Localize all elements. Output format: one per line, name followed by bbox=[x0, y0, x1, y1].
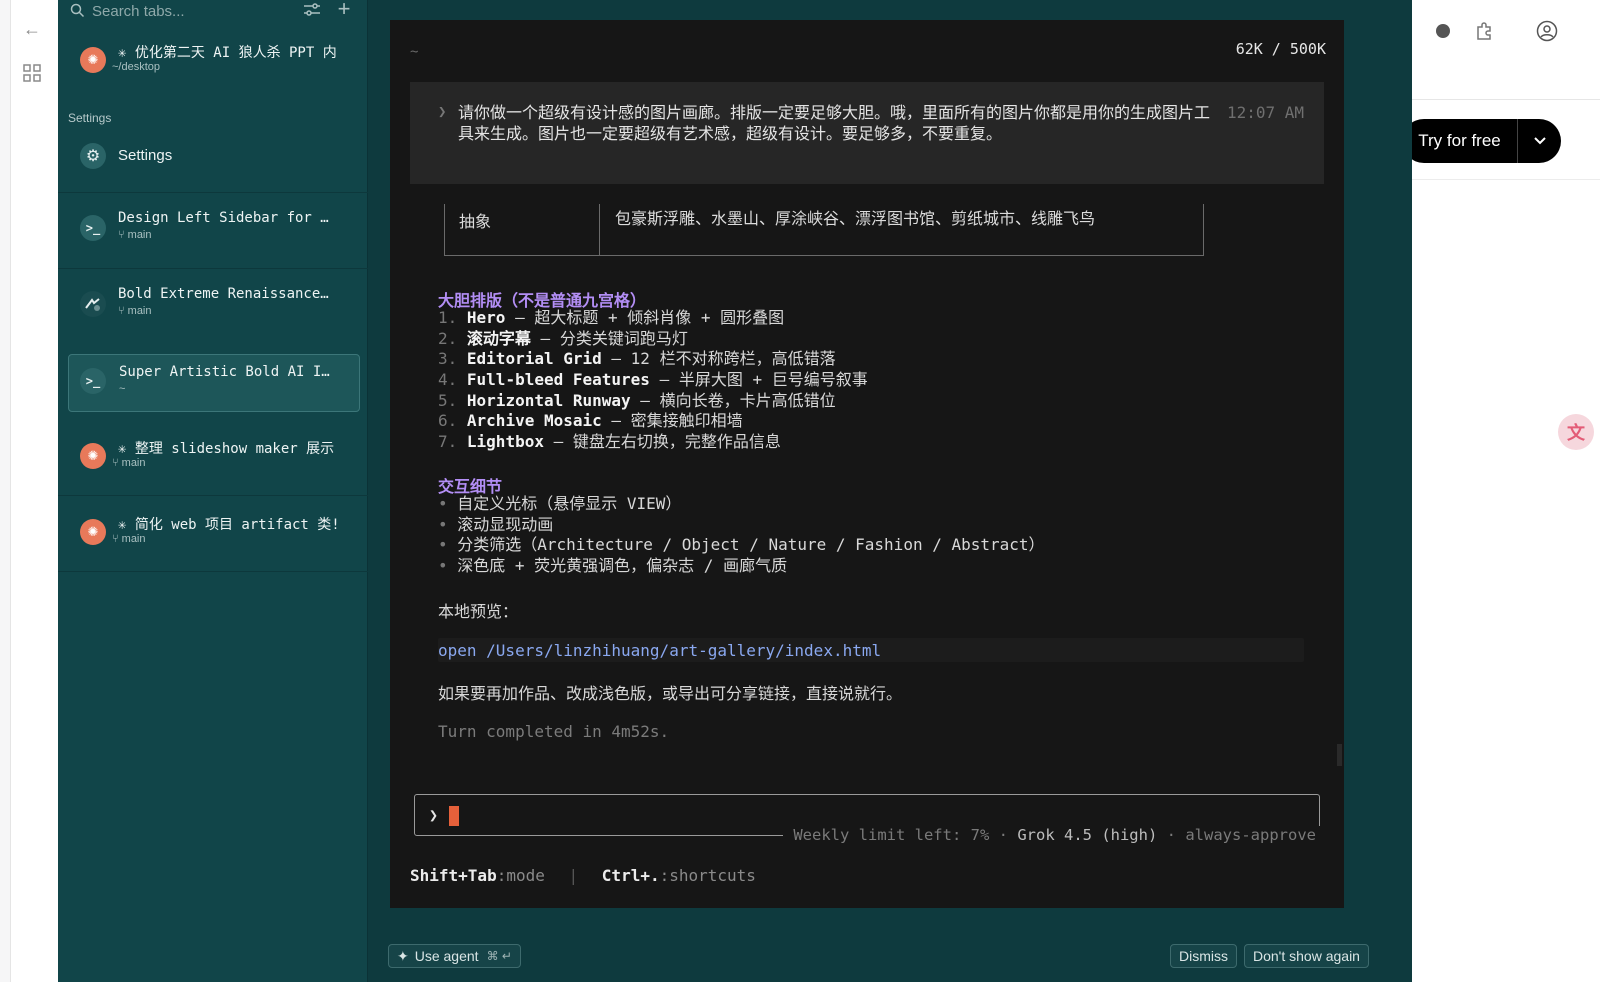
tab-title: Settings bbox=[118, 147, 173, 164]
tab-item-design-left-sidebar[interactable]: >_ Design Left Sidebar for … ⑂ main bbox=[68, 200, 360, 258]
list-item: • 自定义光标（悬停显示 VIEW） bbox=[438, 494, 682, 513]
git-branch-icon: ⑂ bbox=[118, 305, 128, 317]
floating-translate-icon[interactable]: 文 bbox=[1558, 414, 1594, 450]
terminal-icon: >_ bbox=[80, 215, 106, 241]
branch-label: ⑂ main bbox=[112, 533, 146, 545]
interaction-list: • 自定义光标（悬停显示 VIEW） • 滚动显现动画 • 分类筛选（Archi… bbox=[438, 494, 1045, 577]
branch-label: ⑂ main bbox=[118, 305, 152, 317]
list-item: 1. Hero — 超大标题 + 倾斜肖像 + 圆形叠图 bbox=[438, 308, 785, 327]
branch-label: ⑂ main bbox=[118, 229, 152, 241]
tab-title: ✳ 整理 slideshow maker 展示 bbox=[118, 441, 335, 457]
turn-completed-status: Turn completed in 4m52s. bbox=[438, 722, 670, 741]
list-item: 2. 滚动字幕 — 分类关键词跑马灯 bbox=[438, 328, 688, 348]
back-arrow-icon[interactable]: ← bbox=[21, 20, 43, 38]
spark-icon: ✺ bbox=[80, 47, 106, 73]
use-agent-button[interactable]: ✦ Use agent ⌘ ↵ bbox=[388, 944, 521, 968]
terminal-icon: >_ bbox=[80, 368, 106, 394]
git-branch-icon: ⑂ bbox=[112, 457, 122, 469]
list-item: • 分类筛选（Architecture / Object / Nature / … bbox=[438, 535, 1045, 555]
dismiss-button[interactable]: Dismiss bbox=[1170, 944, 1237, 968]
tab-title: Bold Extreme Renaissance… bbox=[118, 286, 329, 302]
tab-item-web-artifact[interactable]: ✺ ✳ 简化 web 项目 artifact 类! ⑂ main bbox=[68, 504, 360, 562]
extensions-puzzle-icon[interactable] bbox=[1474, 20, 1496, 42]
closing-text: 如果要再加作品、改成浅色版，或导出可分享链接，直接说就行。 bbox=[438, 684, 903, 703]
status-line: Weekly limit left: 7% · Grok 4.5 (high) … bbox=[783, 826, 1326, 844]
bottom-notification-bar: ✦ Use agent ⌘ ↵ Dismiss Don't show again bbox=[368, 936, 1412, 982]
keyboard-hints: Shift+Tab:mode | Ctrl+.:shortcuts bbox=[410, 866, 756, 885]
dont-show-again-button[interactable]: Don't show again bbox=[1244, 944, 1369, 968]
layout-list: 1. Hero — 超大标题 + 倾斜肖像 + 圆形叠图 2. 滚动字幕 — 分… bbox=[438, 308, 868, 453]
tab-item-slideshow-maker[interactable]: ✺ ✳ 整理 slideshow maker 展示 ⑂ main bbox=[68, 428, 360, 486]
agent-icon: ✦ bbox=[397, 947, 409, 964]
divider bbox=[58, 571, 368, 572]
prompt-chevron-icon: ❯ bbox=[438, 104, 447, 120]
user-message: ❯ 请你做一个超级有设计感的图片画廊。排版一定要足够大胆。哦，里面所有的图片你都… bbox=[410, 82, 1324, 184]
grid-icon[interactable] bbox=[21, 64, 43, 85]
model-name: Grok 4.5 (high) bbox=[1017, 826, 1158, 844]
tab-path: ~ bbox=[119, 383, 126, 395]
tab-title: Super Artistic Bold AI I… bbox=[119, 364, 330, 380]
tab-title: ✳ 简化 web 项目 artifact 类! bbox=[118, 517, 340, 533]
list-item: 5. Horizontal Runway — 横向长卷，卡片高低错位 bbox=[438, 390, 836, 410]
filter-sliders-icon[interactable] bbox=[302, 2, 322, 20]
divider bbox=[58, 495, 368, 496]
tab-path: ~/desktop bbox=[112, 61, 161, 73]
tabs-sidebar: + ✺ ✳ 优化第二天 AI 狼人杀 PPT 内 ~/desktop Setti… bbox=[58, 0, 368, 982]
agent-spark-icon bbox=[80, 291, 106, 317]
table-row: 抽象 包豪斯浮雕、水墨山、厚涂峡谷、漂浮图书馆、剪纸城市、线雕飞鸟 bbox=[444, 204, 1204, 256]
table-cell: 抽象 bbox=[459, 212, 492, 231]
git-branch-icon: ⑂ bbox=[118, 229, 128, 241]
table-column-divider bbox=[599, 204, 600, 256]
browser-toolbar: 文 bbox=[1394, 0, 1600, 100]
search-row: + bbox=[58, 0, 368, 30]
prompt-chevron-icon: ❯ bbox=[429, 806, 439, 824]
settings-section-label: Settings bbox=[68, 111, 112, 125]
try-dropdown-chevron-icon[interactable] bbox=[1517, 119, 1561, 163]
divider bbox=[58, 268, 368, 269]
approval-mode: always-approve bbox=[1185, 826, 1316, 844]
spark-icon: ✺ bbox=[80, 443, 106, 469]
tab-item-super-artistic-active[interactable]: >_ Super Artistic Bold AI I… ~ bbox=[68, 354, 360, 412]
terminal-panel[interactable]: ~ 62K / 500K ❯ 请你做一个超级有设计感的图片画廊。排版一定要足够大… bbox=[390, 20, 1344, 908]
list-item: • 滚动显现动画 bbox=[438, 514, 554, 534]
shortcut-kbd: ⌘ ↵ bbox=[486, 949, 512, 963]
token-usage: 62K / 500K bbox=[1235, 40, 1326, 58]
open-command-code[interactable]: open /Users/linzhihuang/art-gallery/inde… bbox=[438, 638, 1304, 662]
browser-left-inner bbox=[10, 0, 58, 982]
list-item: 7. Lightbox — 键盘左右切换，完整作品信息 bbox=[438, 432, 781, 452]
preview-label: 本地预览： bbox=[438, 602, 519, 621]
add-tab-icon[interactable]: + bbox=[334, 0, 354, 20]
text-cursor bbox=[449, 806, 459, 826]
account-icon[interactable] bbox=[1536, 20, 1558, 42]
cwd-indicator: ~ bbox=[410, 44, 419, 60]
git-branch-icon: ⑂ bbox=[112, 533, 122, 545]
gear-icon: ⚙ bbox=[80, 143, 106, 169]
tab-item-settings[interactable]: ⚙ Settings bbox=[68, 128, 360, 186]
tab-title: ✳ 优化第二天 AI 狼人杀 PPT 内 bbox=[118, 45, 337, 61]
record-icon[interactable] bbox=[1432, 20, 1454, 42]
message-time: 12:07 AM bbox=[1226, 103, 1304, 122]
tab-item-werewolf-ppt[interactable]: ✺ ✳ 优化第二天 AI 狼人杀 PPT 内 ~/desktop bbox=[68, 32, 360, 90]
branch-label: ⑂ main bbox=[112, 457, 146, 469]
weekly-limit: Weekly limit left: 7% bbox=[793, 826, 990, 844]
try-for-free-button[interactable]: Try for free bbox=[1402, 119, 1517, 163]
tab-title: Design Left Sidebar for … bbox=[118, 210, 329, 226]
list-item: 6. Archive Mosaic — 密集接触印相墙 bbox=[438, 411, 743, 431]
list-item: 3. Editorial Grid — 12 栏不对称跨栏，高低错落 bbox=[438, 349, 836, 369]
app-window: + ✺ ✳ 优化第二天 AI 狼人杀 PPT 内 ~/desktop Setti… bbox=[58, 0, 1412, 982]
spark-icon: ✺ bbox=[80, 519, 106, 545]
list-item: • 深色底 + 荧光黄强调色，偏杂志 / 画廊气质 bbox=[438, 556, 788, 576]
search-icon bbox=[70, 3, 86, 19]
scrollbar-thumb[interactable] bbox=[1337, 744, 1342, 766]
search-tabs-input[interactable] bbox=[92, 0, 272, 22]
table-cell: 包豪斯浮雕、水墨山、厚涂峡谷、漂浮图书馆、剪纸城市、线雕飞鸟 bbox=[615, 209, 1096, 228]
divider bbox=[58, 192, 368, 193]
user-message-text: 请你做一个超级有设计感的图片画廊。排版一定要足够大胆。哦，里面所有的图片你都是用… bbox=[458, 103, 1211, 143]
browser-left-rail: ← bbox=[0, 0, 58, 982]
list-item: 4. Full-bleed Features — 半屏大图 + 巨号编号叙事 bbox=[438, 370, 868, 390]
tab-item-bold-extreme-renaissance[interactable]: Bold Extreme Renaissance… ⑂ main bbox=[68, 276, 360, 334]
